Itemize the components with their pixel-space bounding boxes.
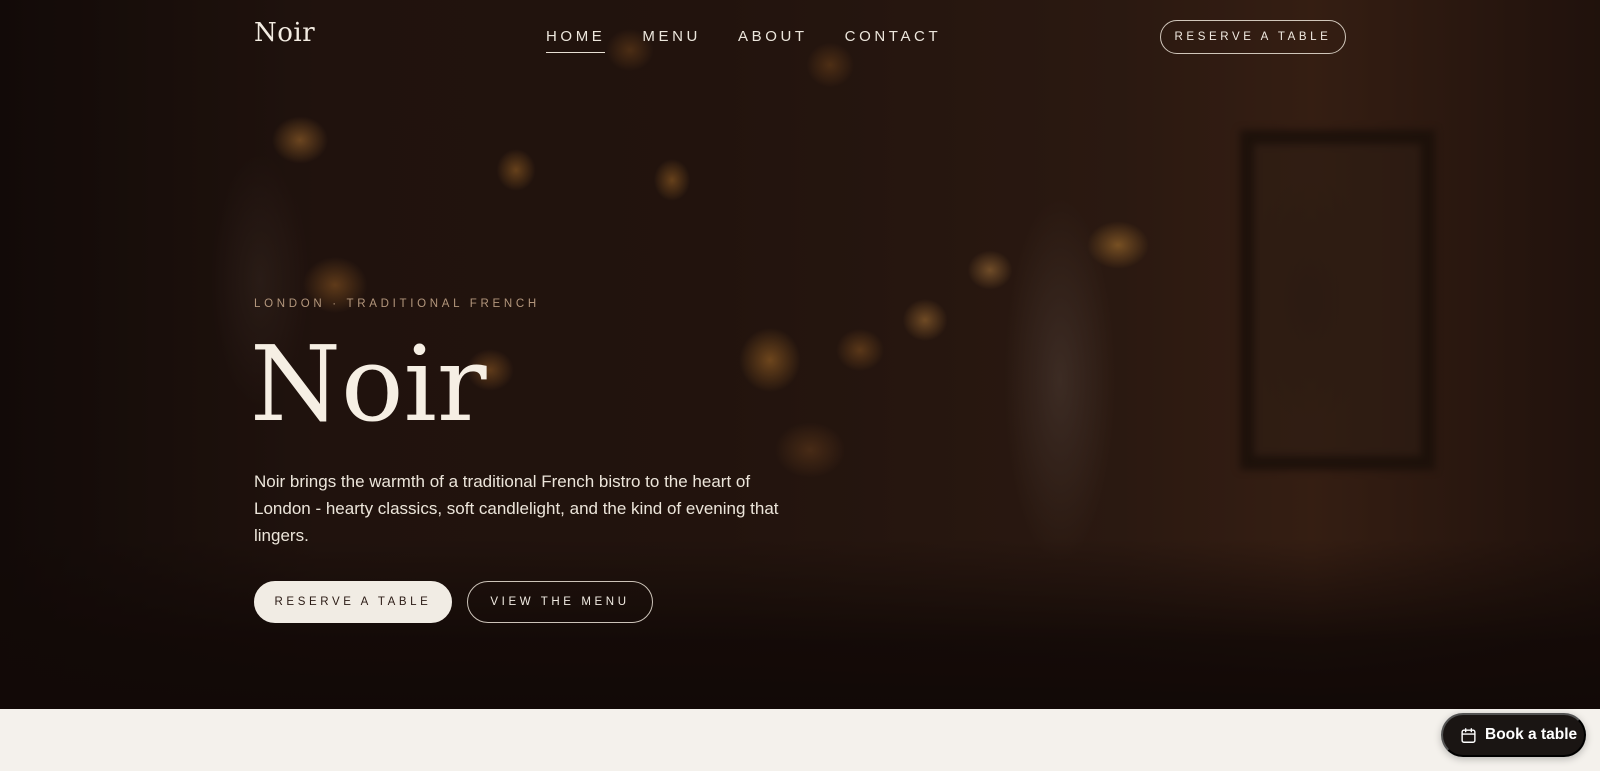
hero-section: Noir HOME MENU ABOUT CONTACT RESERVE A T… (0, 0, 1600, 709)
view-menu-button[interactable]: VIEW THE MENU (467, 581, 653, 623)
calendar-icon (1460, 727, 1477, 744)
book-table-floating-button[interactable]: Book a table (1441, 713, 1586, 757)
hero-description: Noir brings the warmth of a traditional … (254, 472, 779, 545)
nav-link-menu[interactable]: MENU (642, 28, 701, 53)
nav-reserve-button[interactable]: RESERVE A TABLE (1160, 20, 1346, 54)
nav-link-contact[interactable]: CONTACT (845, 28, 942, 53)
content-section (0, 709, 1600, 771)
nav-links: HOME MENU ABOUT CONTACT (546, 28, 941, 53)
brand-logo[interactable]: Noir (254, 18, 315, 48)
nav-link-about[interactable]: ABOUT (738, 28, 808, 53)
nav-link-home[interactable]: HOME (546, 28, 606, 53)
top-navigation: Noir HOME MENU ABOUT CONTACT RESERVE A T… (0, 0, 1600, 76)
reserve-table-button[interactable]: RESERVE A TABLE (254, 581, 452, 623)
hero-eyebrow: LONDON · TRADITIONAL FRENCH (254, 298, 540, 310)
hero-overlay (0, 0, 1600, 709)
book-table-label: Book a table (1485, 726, 1578, 743)
hero-title: Noir (250, 323, 487, 445)
